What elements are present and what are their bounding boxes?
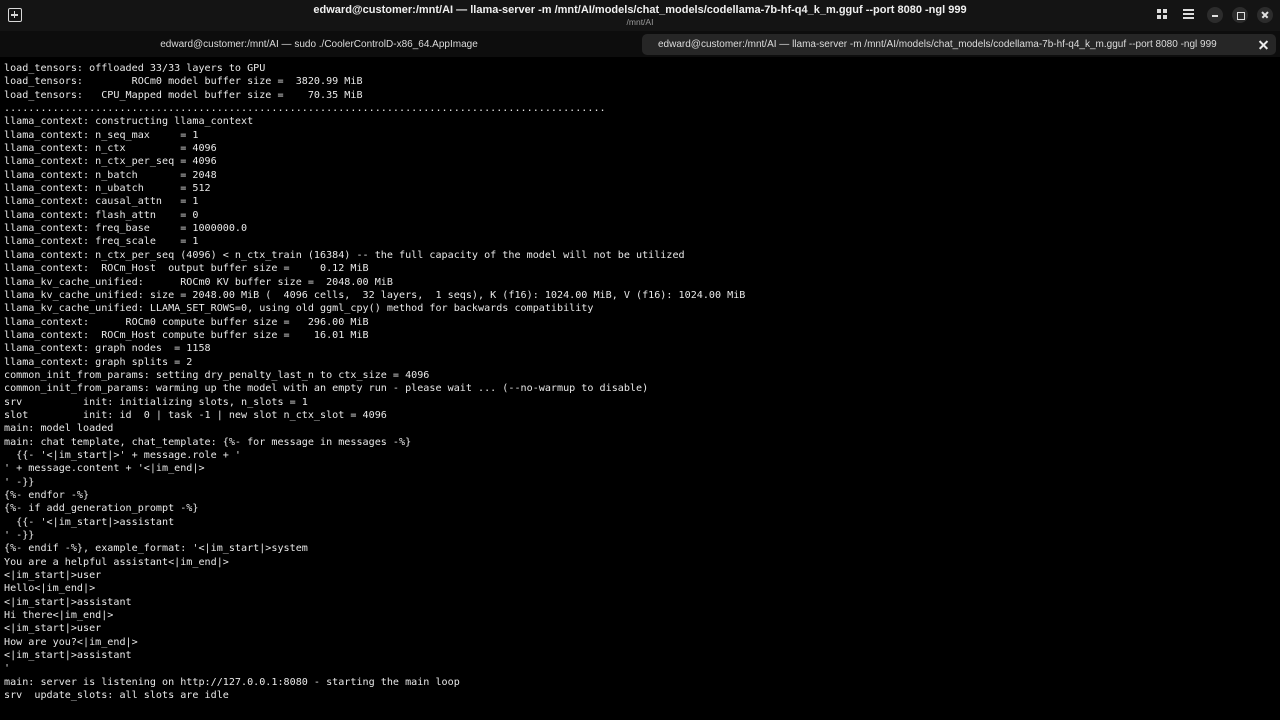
- terminal-line: You are a helpful assistant<|im_end|>: [4, 556, 229, 568]
- tab-cooler-control[interactable]: edward@customer:/mnt/AI — sudo ./CoolerC…: [6, 34, 632, 55]
- terminal-line: <|im_start|>assistant: [4, 650, 132, 662]
- terminal-window: edward@customer:/mnt/AI — llama-server -…: [0, 0, 1280, 720]
- terminal-line: {{- '<|im_start|>assistant: [4, 516, 175, 528]
- terminal-line: llama_context: freq_scale = 1: [4, 236, 199, 248]
- terminal-line: llama_context: n_ubatch = 512: [4, 183, 211, 195]
- terminal-line: llama_context: n_batch = 2048: [4, 169, 217, 181]
- terminal-line: How are you?<|im_end|>: [4, 636, 138, 648]
- window-subtitle: /mnt/AI: [626, 17, 654, 27]
- title-bar[interactable]: edward@customer:/mnt/AI — llama-server -…: [0, 0, 1280, 31]
- terminal-line: llama_context: ROCm_Host output buffer s…: [4, 263, 369, 275]
- terminal-line: <|im_start|>user: [4, 570, 102, 582]
- terminal-line: ' -}}: [4, 476, 35, 488]
- terminal-line: llama_context: n_seq_max = 1: [4, 129, 199, 141]
- terminal-line: llama_kv_cache_unified: LLAMA_SET_ROWS=0…: [4, 303, 594, 315]
- terminal-line: llama_kv_cache_unified: ROCm0 KV buffer …: [4, 276, 393, 288]
- terminal-line: ' -}}: [4, 530, 35, 542]
- minimize-icon[interactable]: [1207, 7, 1223, 23]
- terminal-line: load_tensors: CPU_Mapped model buffer si…: [4, 89, 363, 101]
- terminal-text: load_tensors: offloaded 33/33 layers to …: [4, 62, 1274, 703]
- terminal-line: llama_context: freq_base = 1000000.0: [4, 223, 248, 235]
- terminal-line: llama_context: n_ctx_per_seq = 4096: [4, 156, 217, 168]
- terminal-line: {{- '<|im_start|>' + message.role + ': [4, 449, 242, 461]
- terminal-output[interactable]: load_tensors: offloaded 33/33 layers to …: [0, 57, 1280, 720]
- terminal-line: {%- endif -%}, example_format: '<|im_sta…: [4, 543, 308, 555]
- terminal-line: main: chat template, chat_template: {%- …: [4, 436, 412, 448]
- terminal-line: llama_context: ROCm0 compute buffer size…: [4, 316, 369, 328]
- close-icon[interactable]: [1257, 7, 1273, 23]
- terminal-line: llama_kv_cache_unified: size = 2048.00 M…: [4, 289, 746, 301]
- hamburger-menu-icon[interactable]: [1183, 9, 1194, 19]
- terminal-line: {%- if add_generation_prompt -%}: [4, 503, 199, 515]
- terminal-line: slot init: id 0 | task -1 | new slot n_c…: [4, 409, 387, 421]
- terminal-line: llama_context: n_ctx = 4096: [4, 143, 217, 155]
- terminal-line: main: server is listening on http://127.…: [4, 676, 460, 688]
- terminal-line: {%- endfor -%}: [4, 490, 90, 501]
- terminal-line: llama_context: constructing llama_contex…: [4, 116, 254, 128]
- terminal-line: main: model loaded: [4, 423, 114, 435]
- terminal-line: llama_context: causal_attn = 1: [4, 196, 199, 208]
- tab-close-icon[interactable]: [1258, 39, 1269, 50]
- terminal-line: common_init_from_params: warming up the …: [4, 383, 649, 395]
- terminal-line: llama_context: n_ctx_per_seq (4096) < n_…: [4, 249, 685, 261]
- maximize-icon[interactable]: [1232, 7, 1248, 23]
- terminal-line: load_tensors: offloaded 33/33 layers to …: [4, 63, 266, 74]
- terminal-line: ': [4, 663, 11, 675]
- terminal-line: srv update_slots: all slots are idle: [4, 690, 229, 702]
- terminal-line: llama_context: ROCm_Host compute buffer …: [4, 329, 369, 341]
- grid-view-icon[interactable]: [1157, 9, 1167, 19]
- tab-llama-server[interactable]: edward@customer:/mnt/AI — llama-server -…: [642, 34, 1276, 55]
- terminal-line: <|im_start|>user: [4, 623, 102, 635]
- terminal-line: common_init_from_params: setting dry_pen…: [4, 369, 430, 381]
- tab-label: edward@customer:/mnt/AI — sudo ./CoolerC…: [160, 39, 478, 50]
- tab-label: edward@customer:/mnt/AI — llama-server -…: [658, 39, 1217, 50]
- terminal-line: Hello<|im_end|>: [4, 583, 96, 595]
- window-title: edward@customer:/mnt/AI — llama-server -…: [313, 4, 967, 16]
- terminal-line: srv init: initializing slots, n_slots = …: [4, 396, 308, 408]
- terminal-line: llama_context: graph splits = 2: [4, 356, 193, 368]
- terminal-line: llama_context: graph nodes = 1158: [4, 343, 211, 355]
- terminal-line: load_tensors: ROCm0 model buffer size = …: [4, 76, 363, 88]
- terminal-line: Hi there<|im_end|>: [4, 610, 114, 622]
- tab-bar: edward@customer:/mnt/AI — sudo ./CoolerC…: [0, 31, 1280, 57]
- terminal-line: ........................................…: [4, 103, 606, 115]
- terminal-line: ' + message.content + '<|im_end|>: [4, 463, 205, 475]
- terminal-line: llama_context: flash_attn = 0: [4, 209, 199, 221]
- terminal-line: <|im_start|>assistant: [4, 596, 132, 608]
